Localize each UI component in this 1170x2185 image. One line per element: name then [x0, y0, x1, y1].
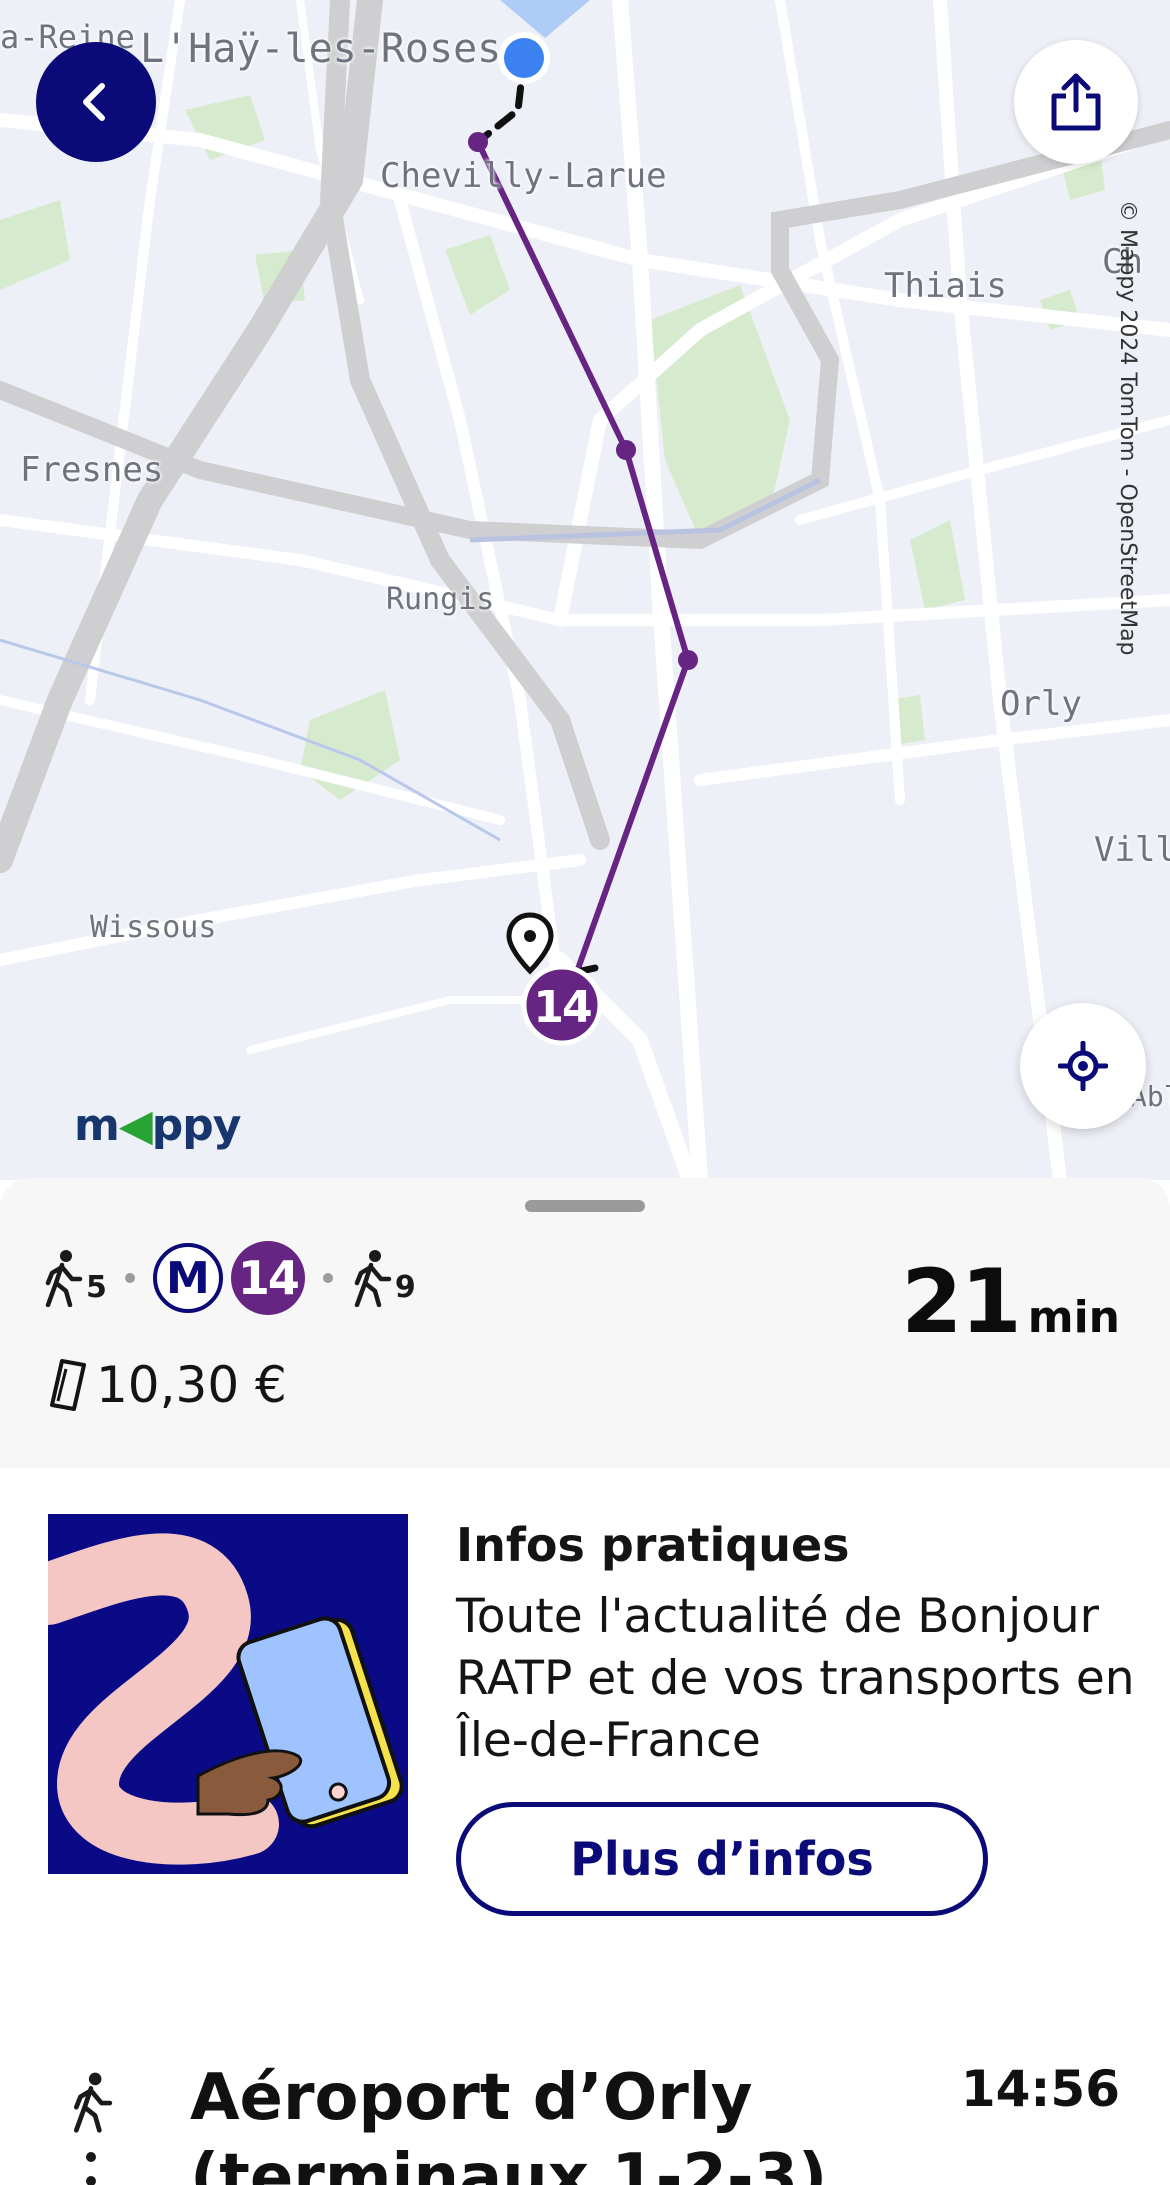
map-line-badge-label: 14	[533, 982, 591, 1033]
step-time: 14:56	[960, 2060, 1120, 2118]
current-location-dot	[504, 38, 544, 78]
map-view[interactable]: 14 a-Reine L'Haÿ-les-Roses Chevilly-Laru…	[0, 0, 1170, 1180]
ticket-icon	[50, 1359, 86, 1411]
map-copyright: © Mappy 2024 TomTom - OpenStreetMap	[1115, 200, 1140, 656]
place-label: Chevilly-Larue	[380, 156, 667, 196]
walk-leg-end: 9	[351, 1249, 416, 1307]
separator-dot	[322, 1273, 333, 1283]
mappy-logo: m◀ppy	[74, 1100, 241, 1151]
trip-summary[interactable]: 5 M 14 9 21 min 10,30 €	[0, 1178, 1170, 1468]
metro-icon: M	[152, 1243, 223, 1313]
trip-price: 10,30 €	[48, 1356, 287, 1414]
place-label: Fresnes	[20, 450, 164, 490]
trip-legs: 5 M 14 9	[42, 1238, 416, 1318]
share-button[interactable]	[1014, 40, 1138, 164]
itinerary-sheet: 5 M 14 9 21 min 10,30 € Infos pratiques …	[0, 1178, 1170, 2185]
line-14-badge: 14	[230, 1241, 305, 1315]
route-stop-point	[616, 440, 636, 460]
more-info-button[interactable]: Plus d’infos	[456, 1802, 988, 1916]
info-title: Infos pratiques	[456, 1518, 850, 1572]
place-label: Rungis	[386, 582, 495, 617]
itinerary-step[interactable]: Aéroport d’Orly (terminaux 1-2-3) 14:56	[0, 2028, 1170, 2185]
duration-unit: min	[1027, 1292, 1120, 1343]
destination-pin-icon	[506, 912, 554, 975]
place-label: Orly	[1000, 684, 1082, 724]
locate-icon	[1058, 1041, 1108, 1091]
walking-icon	[73, 2072, 113, 2133]
place-label: Ville	[1094, 830, 1170, 870]
place-label: Wissous	[90, 910, 217, 945]
walk-minutes-end: 9	[394, 1270, 416, 1305]
locate-me-button[interactable]	[1020, 1003, 1146, 1129]
step-connector	[86, 2152, 96, 2185]
price-value: 10,30 €	[96, 1356, 287, 1414]
info-illustration	[48, 1514, 408, 1874]
back-arrow-icon	[83, 83, 105, 121]
separator-dot	[124, 1273, 135, 1283]
trip-duration: 21 min	[901, 1250, 1120, 1353]
step-station-name: Aéroport d’Orly (terminaux 1-2-3)	[190, 2061, 828, 2185]
route-stop-point	[678, 650, 698, 670]
walking-icon	[45, 1250, 83, 1307]
duration-value: 21	[901, 1250, 1021, 1353]
place-label: Thiais	[884, 266, 1007, 306]
share-icon	[1051, 73, 1101, 131]
walk-leg-start: 5	[42, 1249, 107, 1307]
route-start-point	[468, 132, 488, 152]
back-button[interactable]	[36, 42, 156, 162]
place-label: L'Haÿ-les-Roses	[140, 26, 502, 72]
sheet-drag-handle[interactable]	[525, 1200, 645, 1212]
walking-icon	[354, 1250, 392, 1307]
info-description: Toute l'actualité de Bonjour RATP et de …	[456, 1589, 1135, 1768]
walk-minutes-start: 5	[86, 1270, 107, 1305]
